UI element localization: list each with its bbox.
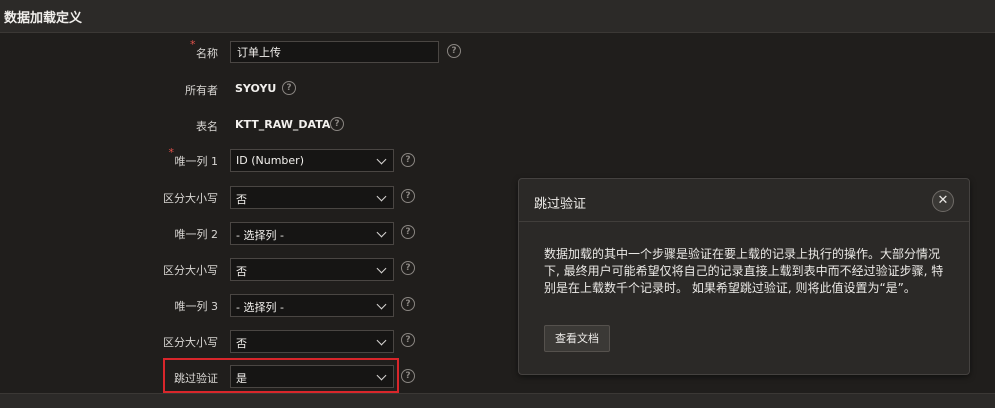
chevron-down-icon: [376, 227, 387, 238]
case1-help-icon[interactable]: ?: [401, 189, 415, 203]
case1-select[interactable]: 否: [230, 186, 394, 209]
view-docs-button[interactable]: 查看文档: [544, 325, 610, 352]
name-input[interactable]: [230, 41, 439, 63]
case3-label: 区分大小写: [163, 336, 218, 349]
case1-label: 区分大小写: [163, 192, 218, 205]
popup-header: 跳过验证 ✕: [519, 179, 969, 222]
case3-help-icon[interactable]: ?: [401, 333, 415, 347]
unique3-select-value: - 选择列 -: [236, 301, 284, 314]
bottom-bar: [0, 393, 995, 408]
popup-title: 跳过验证: [534, 197, 587, 212]
case1-select-value: 否: [236, 193, 247, 206]
unique1-label: * 唯一列 1: [168, 146, 219, 168]
table-label: 表名: [196, 120, 218, 133]
unique2-select[interactable]: - 选择列 -: [230, 222, 394, 245]
table-help-icon[interactable]: ?: [330, 117, 344, 131]
help-popup: 跳过验证 ✕ 数据加载的其中一个步骤是验证在要上载的记录上执行的操作。大部分情况…: [518, 178, 970, 375]
case3-select[interactable]: 否: [230, 330, 394, 353]
table-value: KTT_RAW_DATA: [235, 118, 331, 131]
unique1-select[interactable]: ID (Number): [230, 149, 394, 172]
unique1-select-value: ID (Number): [236, 154, 304, 167]
chevron-down-icon: [376, 154, 387, 165]
case2-select-value: 否: [236, 265, 247, 278]
unique3-help-icon[interactable]: ?: [401, 297, 415, 311]
region-title: 数据加载定义: [4, 11, 83, 26]
skip-validation-select[interactable]: 是: [230, 365, 394, 388]
skip-validation-select-value: 是: [236, 372, 247, 385]
chevron-down-icon: [376, 299, 387, 310]
chevron-down-icon: [376, 263, 387, 274]
owner-label: 所有者: [185, 84, 218, 97]
popup-body-text: 数据加载的其中一个步骤是验证在要上载的记录上执行的操作。大部分情况下, 最终用户…: [544, 247, 944, 295]
case2-select[interactable]: 否: [230, 258, 394, 281]
unique3-select[interactable]: - 选择列 -: [230, 294, 394, 317]
unique2-select-value: - 选择列 -: [236, 229, 284, 242]
case3-select-value: 否: [236, 337, 247, 350]
required-marker: *: [190, 38, 196, 51]
unique1-help-icon[interactable]: ?: [401, 153, 415, 167]
unique2-label: 唯一列 2: [174, 228, 219, 241]
chevron-down-icon: [376, 191, 387, 202]
skip-validation-help-icon[interactable]: ?: [401, 369, 415, 383]
chevron-down-icon: [376, 370, 387, 381]
owner-value: SYOYU: [235, 82, 277, 95]
required-marker: *: [168, 146, 175, 159]
chevron-down-icon: [376, 335, 387, 346]
skip-validation-label: 跳过验证: [174, 372, 218, 385]
name-label: * 名称: [190, 38, 218, 60]
unique2-help-icon[interactable]: ?: [401, 225, 415, 239]
owner-help-icon[interactable]: ?: [282, 81, 296, 95]
close-icon[interactable]: ✕: [932, 190, 954, 212]
unique3-label: 唯一列 3: [174, 300, 219, 313]
name-help-icon[interactable]: ?: [447, 44, 461, 58]
case2-help-icon[interactable]: ?: [401, 261, 415, 275]
region-header: 数据加载定义: [0, 0, 995, 33]
case2-label: 区分大小写: [163, 264, 218, 277]
